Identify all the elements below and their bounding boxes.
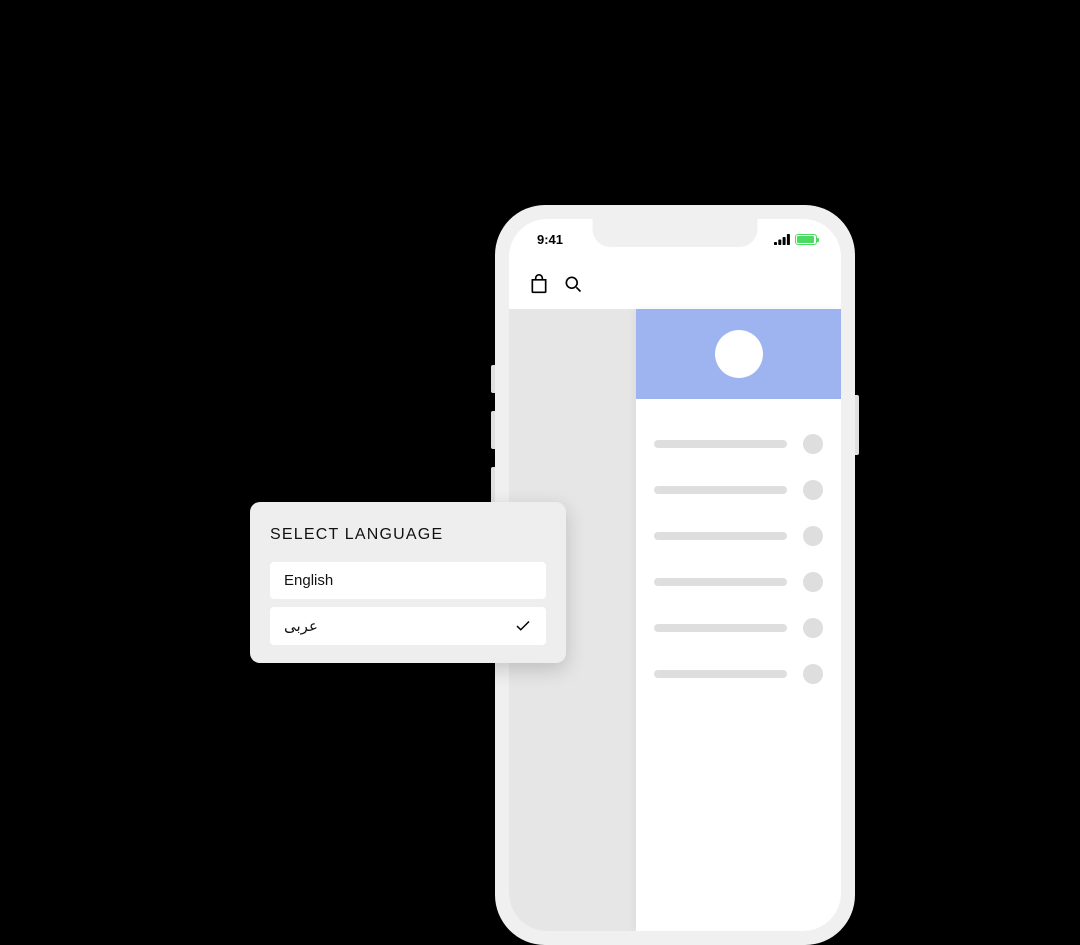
item-icon-placeholder [803, 526, 823, 546]
item-icon-placeholder [803, 480, 823, 500]
list-item[interactable] [654, 421, 823, 467]
status-time: 9:41 [537, 232, 563, 247]
drawer-list [636, 399, 841, 719]
drawer-panel [636, 309, 841, 931]
language-option-label: English [284, 572, 333, 589]
item-label-placeholder [654, 578, 787, 586]
list-item[interactable] [654, 651, 823, 697]
bag-icon[interactable] [529, 274, 549, 294]
phone-side-buttons [491, 365, 495, 523]
language-selector-title: SELECT LANGUAGE [270, 526, 546, 544]
list-item[interactable] [654, 513, 823, 559]
search-icon[interactable] [563, 274, 583, 294]
language-option-arabic[interactable]: عربى [270, 607, 546, 645]
item-label-placeholder [654, 440, 787, 448]
drawer-header [636, 309, 841, 399]
battery-icon [795, 234, 817, 245]
list-item[interactable] [654, 467, 823, 513]
signal-icon [774, 234, 790, 245]
status-icons [774, 234, 817, 245]
language-option-english[interactable]: English [270, 562, 546, 599]
list-item[interactable] [654, 605, 823, 651]
item-label-placeholder [654, 532, 787, 540]
item-label-placeholder [654, 486, 787, 494]
check-icon [514, 617, 532, 635]
phone-power-button [855, 395, 859, 455]
list-item[interactable] [654, 559, 823, 605]
language-option-label: عربى [284, 617, 318, 635]
item-label-placeholder [654, 670, 787, 678]
item-icon-placeholder [803, 572, 823, 592]
top-bar [509, 259, 841, 309]
item-icon-placeholder [803, 618, 823, 638]
phone-notch [593, 219, 758, 247]
item-label-placeholder [654, 624, 787, 632]
item-icon-placeholder [803, 664, 823, 684]
language-selector-card: SELECT LANGUAGE English عربى [250, 502, 566, 663]
avatar[interactable] [715, 330, 763, 378]
item-icon-placeholder [803, 434, 823, 454]
